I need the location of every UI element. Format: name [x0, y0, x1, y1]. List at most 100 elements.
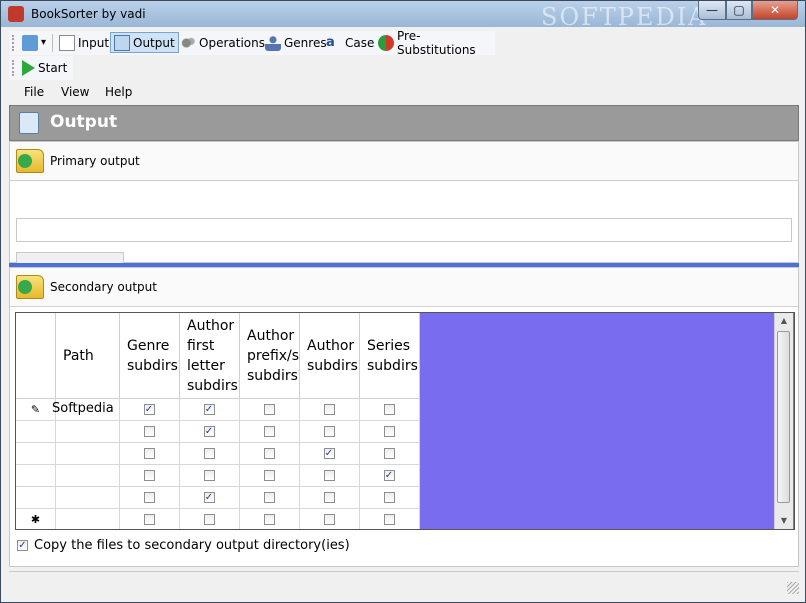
- primary-output-header[interactable]: Primary output: [10, 142, 798, 181]
- close-button[interactable]: ✕: [752, 1, 798, 20]
- genres-button[interactable]: Genres: [262, 32, 330, 53]
- row-header[interactable]: [16, 487, 56, 509]
- subdir-checkbox[interactable]: [203, 447, 215, 459]
- grid-cell[interactable]: [360, 443, 420, 465]
- column-header[interactable]: Author first letter subdirs?: [180, 313, 240, 399]
- grid-cell[interactable]: [300, 465, 360, 487]
- grid-cell[interactable]: [360, 421, 420, 443]
- grid-cell[interactable]: [240, 509, 300, 529]
- subdir-checkbox[interactable]: ✓: [323, 447, 335, 459]
- secondary-output-header[interactable]: Secondary output: [10, 268, 798, 307]
- grid-cell[interactable]: [180, 465, 240, 487]
- menu-view[interactable]: View: [61, 85, 89, 99]
- secondary-output-grid[interactable]: SOFTPEDIA ▲ ▼ ✎✱PathSoftpediaGenre subdi…: [15, 312, 795, 530]
- case-button[interactable]: a Case: [323, 32, 377, 53]
- subdir-checkbox[interactable]: ✓: [383, 469, 395, 481]
- grid-cell[interactable]: [360, 509, 420, 529]
- toolbar-grip[interactable]: [12, 60, 17, 76]
- pre-substitutions-button[interactable]: Pre-Substitutions: [375, 29, 495, 57]
- primary-output-path-input[interactable]: [16, 218, 792, 242]
- row-header[interactable]: ✱: [16, 509, 56, 529]
- grid-cell[interactable]: [120, 487, 180, 509]
- subdir-checkbox[interactable]: ✓: [203, 403, 215, 415]
- grid-cell[interactable]: [240, 465, 300, 487]
- scroll-thumb[interactable]: [777, 331, 790, 503]
- title-bar[interactable]: BookSorter by vadi SOFTPEDIA — ▢ ✕: [1, 1, 805, 31]
- grid-cell[interactable]: [300, 421, 360, 443]
- grid-cell[interactable]: ✓: [180, 399, 240, 421]
- grid-vertical-scrollbar[interactable]: ▲ ▼: [774, 313, 793, 529]
- grid-cell[interactable]: [56, 487, 120, 509]
- subdir-checkbox[interactable]: [203, 469, 215, 481]
- grid-cell[interactable]: [240, 399, 300, 421]
- menu-file[interactable]: File: [24, 85, 44, 99]
- input-button[interactable]: Input: [56, 32, 112, 53]
- subdir-checkbox[interactable]: [323, 469, 335, 481]
- subdir-checkbox[interactable]: [143, 491, 155, 503]
- subdir-checkbox[interactable]: [263, 491, 275, 503]
- subdir-checkbox[interactable]: [323, 491, 335, 503]
- grid-cell[interactable]: [240, 487, 300, 509]
- column-header[interactable]: Author subdirs?: [300, 313, 360, 399]
- column-header[interactable]: Author prefix/s subdirs?: [240, 313, 300, 399]
- subdir-checkbox[interactable]: [383, 403, 395, 415]
- grid-cell[interactable]: [360, 399, 420, 421]
- grid-cell[interactable]: [300, 509, 360, 529]
- column-header[interactable]: Series subdirs?: [360, 313, 420, 399]
- subdir-checkbox[interactable]: [383, 425, 395, 437]
- subdir-checkbox[interactable]: [323, 425, 335, 437]
- output-button[interactable]: Output: [110, 32, 179, 53]
- grid-cell[interactable]: [300, 487, 360, 509]
- grid-cell[interactable]: [120, 443, 180, 465]
- minimize-button[interactable]: —: [698, 1, 726, 20]
- subdir-checkbox[interactable]: [263, 447, 275, 459]
- start-button[interactable]: Start: [19, 57, 70, 78]
- copy-files-row[interactable]: ✓ Copy the files to secondary output dir…: [17, 538, 350, 553]
- subdir-checkbox[interactable]: [263, 513, 275, 525]
- subdir-checkbox[interactable]: [263, 425, 275, 437]
- subdir-checkbox[interactable]: [143, 447, 155, 459]
- toolbar-grip[interactable]: [12, 35, 17, 51]
- grid-cell[interactable]: [120, 465, 180, 487]
- subdir-checkbox[interactable]: [263, 469, 275, 481]
- grid-cell[interactable]: [240, 421, 300, 443]
- grid-cell[interactable]: [120, 509, 180, 529]
- grid-cell[interactable]: [360, 487, 420, 509]
- grid-cell[interactable]: ✓: [120, 399, 180, 421]
- grid-cell[interactable]: [240, 443, 300, 465]
- row-header[interactable]: [16, 465, 56, 487]
- operations-button[interactable]: Operations: [177, 32, 268, 53]
- view-mode-dropdown[interactable]: ▾: [19, 32, 49, 53]
- grid-cell[interactable]: Softpedia: [52, 399, 120, 421]
- subdir-checkbox[interactable]: [143, 469, 155, 481]
- grid-cell[interactable]: [56, 443, 120, 465]
- grid-cell[interactable]: [180, 509, 240, 529]
- grid-cell[interactable]: [56, 465, 120, 487]
- grid-cell[interactable]: [120, 421, 180, 443]
- column-header[interactable]: [16, 313, 56, 399]
- grid-cell[interactable]: [300, 399, 360, 421]
- grid-cell[interactable]: ✓: [180, 421, 240, 443]
- grid-cell[interactable]: ✓: [180, 487, 240, 509]
- grid-cell[interactable]: [56, 509, 120, 529]
- copy-files-checkbox[interactable]: ✓: [17, 540, 28, 551]
- scroll-up-icon[interactable]: ▲: [775, 313, 793, 329]
- row-header[interactable]: ✎: [16, 399, 56, 421]
- subdir-checkbox[interactable]: ✓: [143, 403, 155, 415]
- subdir-checkbox[interactable]: [263, 403, 275, 415]
- grid-cell[interactable]: [180, 443, 240, 465]
- subdir-checkbox[interactable]: [383, 513, 395, 525]
- grid-cell[interactable]: ✓: [360, 465, 420, 487]
- subdir-checkbox[interactable]: [203, 513, 215, 525]
- subdir-checkbox[interactable]: ✓: [203, 425, 215, 437]
- scroll-down-icon[interactable]: ▼: [775, 513, 793, 529]
- row-header[interactable]: [16, 443, 56, 465]
- grid-cell[interactable]: [56, 421, 120, 443]
- subdir-checkbox[interactable]: ✓: [203, 491, 215, 503]
- maximize-button[interactable]: ▢: [726, 1, 752, 20]
- resize-grip[interactable]: [787, 582, 799, 594]
- subdir-checkbox[interactable]: [323, 513, 335, 525]
- column-header[interactable]: Path: [56, 313, 120, 399]
- subdir-checkbox[interactable]: [323, 403, 335, 415]
- row-header[interactable]: [16, 421, 56, 443]
